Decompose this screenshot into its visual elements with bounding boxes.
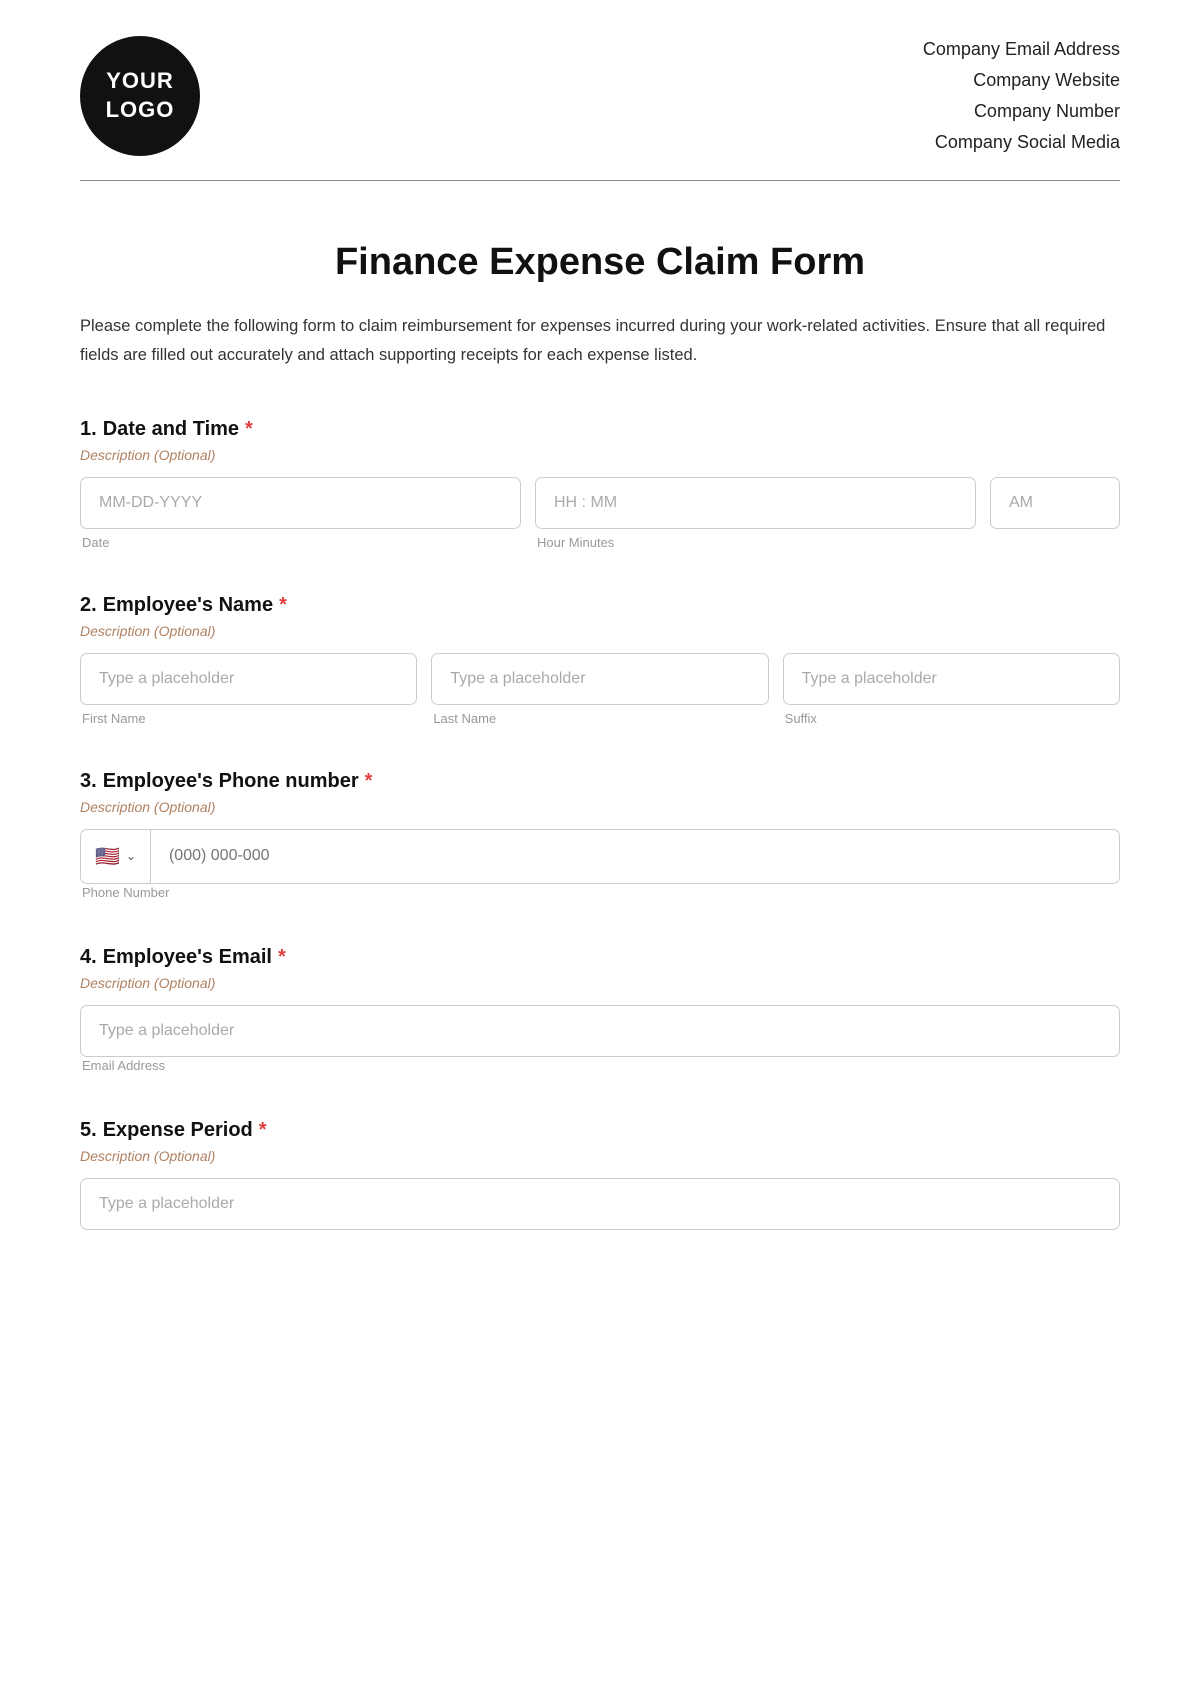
form-container: Finance Expense Claim Form Please comple…: [0, 181, 1200, 1334]
section-employee-name: 2. Employee's Name * Description (Option…: [80, 594, 1120, 726]
last-name-sublabel: Last Name: [431, 711, 768, 726]
suffix-col: Suffix: [783, 653, 1120, 726]
phone-input-row: 🇺🇸 ⌄: [80, 829, 1120, 884]
required-indicator-3: *: [365, 770, 373, 793]
date-input[interactable]: [80, 477, 521, 529]
suffix-sublabel: Suffix: [783, 711, 1120, 726]
section-5-description: Description (Optional): [80, 1148, 1120, 1164]
required-indicator-2: *: [279, 594, 287, 617]
required-indicator-4: *: [278, 946, 286, 969]
section-4-description: Description (Optional): [80, 975, 1120, 991]
date-sublabel: Date: [80, 535, 521, 550]
expense-period-input[interactable]: [80, 1178, 1120, 1230]
email-input[interactable]: [80, 1005, 1120, 1057]
section-3-description: Description (Optional): [80, 799, 1120, 815]
first-name-sublabel: First Name: [80, 711, 417, 726]
date-field-col: Date: [80, 477, 521, 550]
company-info-block: Company Email Address Company Website Co…: [923, 37, 1120, 156]
date-time-fields: Date Hour Minutes: [80, 477, 1120, 550]
section-1-description: Description (Optional): [80, 447, 1120, 463]
company-logo: YOUR LOGO: [80, 36, 200, 156]
email-sublabel: Email Address: [80, 1058, 165, 1073]
flag-icon: 🇺🇸: [95, 844, 120, 869]
company-email: Company Email Address: [923, 37, 1120, 62]
section-date-time: 1. Date and Time * Description (Optional…: [80, 418, 1120, 550]
section-phone: 3. Employee's Phone number * Description…: [80, 770, 1120, 902]
section-3-label: 3. Employee's Phone number *: [80, 770, 1120, 793]
section-4-label: 4. Employee's Email *: [80, 946, 1120, 969]
section-2-description: Description (Optional): [80, 623, 1120, 639]
section-5-label: 5. Expense Period *: [80, 1119, 1120, 1142]
section-expense-period: 5. Expense Period * Description (Optiona…: [80, 1119, 1120, 1230]
ampm-field-col: [990, 477, 1120, 529]
first-name-col: First Name: [80, 653, 417, 726]
chevron-down-icon: ⌄: [126, 849, 136, 863]
page-header: YOUR LOGO Company Email Address Company …: [0, 0, 1200, 180]
form-description: Please complete the following form to cl…: [80, 312, 1120, 370]
company-website: Company Website: [923, 68, 1120, 93]
suffix-input[interactable]: [783, 653, 1120, 705]
phone-sublabel: Phone Number: [80, 885, 169, 900]
company-social: Company Social Media: [923, 130, 1120, 155]
required-indicator: *: [245, 418, 253, 441]
company-number: Company Number: [923, 99, 1120, 124]
country-selector[interactable]: 🇺🇸 ⌄: [81, 830, 151, 883]
required-indicator-5: *: [259, 1119, 267, 1142]
time-field-col: Hour Minutes: [535, 477, 976, 550]
section-2-label: 2. Employee's Name *: [80, 594, 1120, 617]
ampm-input[interactable]: [990, 477, 1120, 529]
last-name-input[interactable]: [431, 653, 768, 705]
time-sublabel: Hour Minutes: [535, 535, 976, 550]
name-fields: First Name Last Name Suffix: [80, 653, 1120, 726]
phone-number-input[interactable]: [151, 831, 1119, 881]
form-title: Finance Expense Claim Form: [80, 241, 1120, 284]
section-1-label: 1. Date and Time *: [80, 418, 1120, 441]
time-input[interactable]: [535, 477, 976, 529]
section-email: 4. Employee's Email * Description (Optio…: [80, 946, 1120, 1075]
first-name-input[interactable]: [80, 653, 417, 705]
last-name-col: Last Name: [431, 653, 768, 726]
